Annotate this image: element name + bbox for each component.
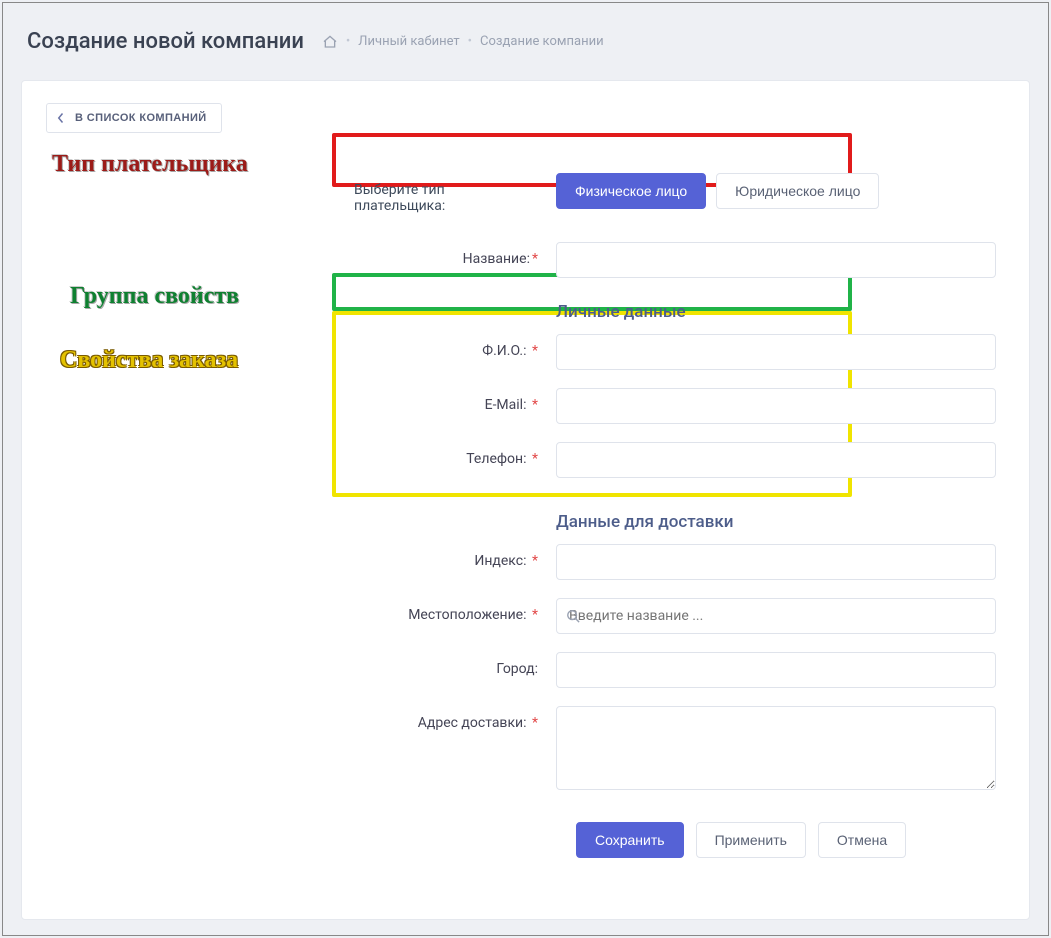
input-index[interactable] [556, 544, 996, 580]
location-input-wrap [556, 598, 996, 634]
row-name: Название:* [46, 242, 1005, 278]
label-phone: Телефон: * [46, 442, 556, 467]
input-fio[interactable] [556, 334, 996, 370]
section-delivery: Данные для доставки [46, 506, 1005, 538]
home-icon [322, 35, 338, 49]
input-location[interactable] [556, 598, 996, 634]
row-location: Местоположение: * [46, 598, 1005, 634]
save-button[interactable]: Сохранить [576, 822, 684, 858]
section-heading-personal: Личные данные [556, 296, 1005, 328]
input-phone[interactable] [556, 442, 996, 478]
required-mark: * [532, 343, 538, 359]
row-email: E-Mail: * [46, 388, 1005, 424]
back-to-list-button[interactable]: В СПИСОК КОМПАНИЙ [46, 103, 222, 133]
input-city[interactable] [556, 652, 996, 688]
form-area: Выберите тип плательщика: Физическое лиц… [46, 173, 1005, 858]
row-index: Индекс: * [46, 544, 1005, 580]
breadcrumb: • Личный кабинет • Создание компании [322, 34, 604, 49]
payer-type-legal-button[interactable]: Юридическое лицо [716, 173, 879, 209]
cancel-button[interactable]: Отмена [818, 822, 906, 858]
row-fio: Ф.И.О.: * [46, 334, 1005, 370]
page-title: Создание новой компании [27, 29, 304, 54]
page-header: Создание новой компании • Личный кабинет… [3, 3, 1048, 80]
label-email: E-Mail: * [46, 388, 556, 413]
input-name[interactable] [556, 242, 996, 278]
required-mark: * [532, 251, 538, 267]
label-location: Местоположение: * [46, 598, 556, 623]
search-icon [566, 609, 580, 623]
required-mark: * [532, 397, 538, 413]
required-mark: * [532, 451, 538, 467]
chevron-left-icon [57, 112, 65, 124]
required-mark: * [532, 553, 538, 569]
breadcrumb-sep: • [346, 34, 350, 49]
breadcrumb-link-account[interactable]: Личный кабинет [358, 34, 459, 49]
section-heading-delivery: Данные для доставки [556, 506, 1005, 538]
required-mark: * [532, 715, 538, 731]
section-personal: Личные данные [46, 296, 1005, 328]
label-index: Индекс: * [46, 544, 556, 569]
row-delivery-addr: Адрес доставки: * [46, 706, 1005, 794]
label-name: Название:* [46, 242, 556, 267]
content-card: В СПИСОК КОМПАНИЙ Тип плательщика Группа… [21, 80, 1030, 920]
label-delivery-addr: Адрес доставки: * [46, 706, 556, 731]
label-city: Город: [46, 652, 556, 677]
footer-actions: Сохранить Применить Отмена [576, 822, 1005, 858]
payer-type-individual-button[interactable]: Физическое лицо [556, 173, 706, 209]
input-delivery-addr[interactable] [556, 706, 996, 790]
back-button-label: В СПИСОК КОМПАНИЙ [75, 112, 207, 124]
label-fio: Ф.И.О.: * [46, 334, 556, 359]
row-city: Город: [46, 652, 1005, 688]
payer-type-label: Выберите тип плательщика: [46, 173, 556, 214]
breadcrumb-current: Создание компании [480, 34, 604, 49]
row-phone: Телефон: * [46, 442, 1005, 478]
payer-type-row: Выберите тип плательщика: Физическое лиц… [46, 173, 1005, 214]
input-email[interactable] [556, 388, 996, 424]
breadcrumb-sep: • [468, 34, 472, 49]
required-mark: * [532, 607, 538, 623]
apply-button[interactable]: Применить [696, 822, 806, 858]
